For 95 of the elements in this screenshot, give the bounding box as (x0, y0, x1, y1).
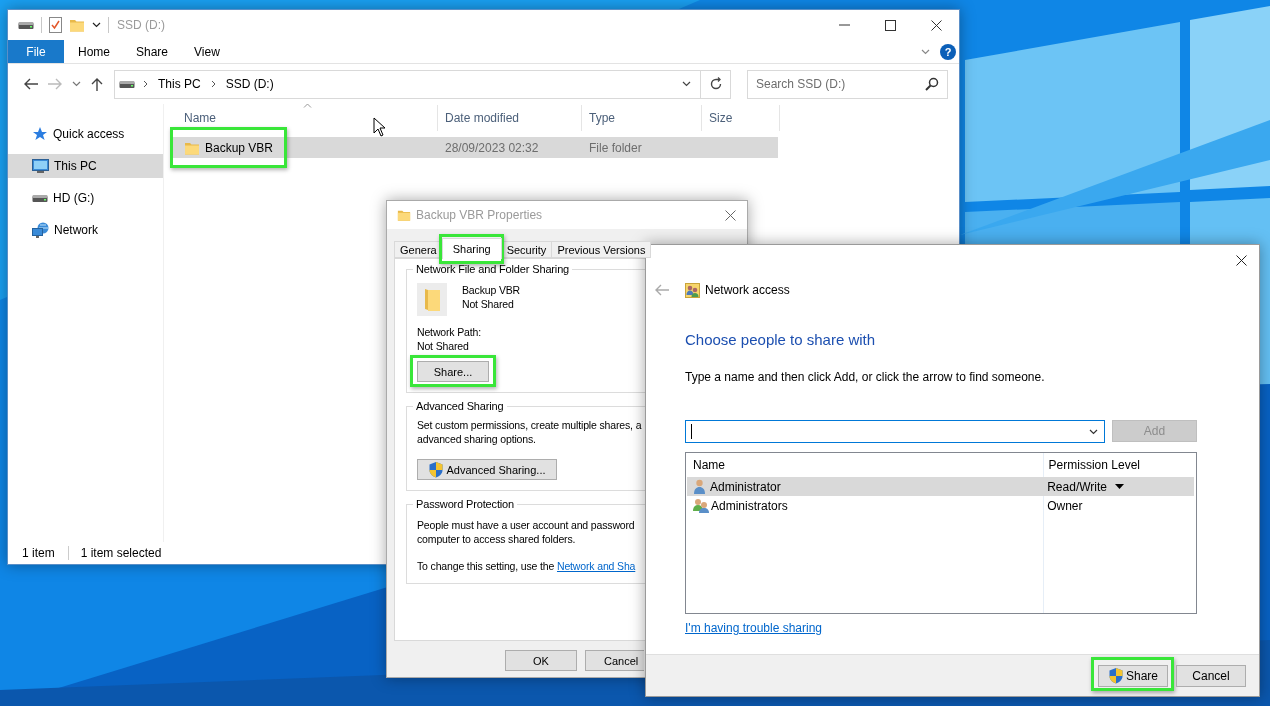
column-header[interactable]: Date modified (438, 105, 582, 131)
network-sharing-link[interactable]: Network and Sha (557, 560, 636, 572)
group-title: Network File and Folder Sharing (415, 263, 571, 275)
expand-ribbon-icon (921, 48, 930, 55)
user-name: Administrators (711, 498, 788, 513)
file-menu[interactable]: File (8, 40, 64, 63)
description-text: Set custom permissions, create multiple shares, a (417, 418, 642, 432)
permission-level: Read/Write (1047, 479, 1107, 494)
window-title: SSD (D:) (117, 18, 165, 32)
user-icon (693, 479, 706, 494)
network-path-value: Not Shared (417, 339, 469, 353)
column-header[interactable]: Name (686, 453, 1042, 477)
users-icon (685, 282, 700, 298)
chevron-right-icon (143, 80, 148, 88)
sidebar-item[interactable]: Quick access (8, 122, 163, 146)
folder-name: Backup VBR (462, 283, 521, 297)
description-text: computer to access shared folders. (417, 532, 576, 546)
drive-icon (119, 79, 135, 89)
star-icon (32, 126, 48, 142)
share-button[interactable]: Share... (417, 361, 489, 382)
tab[interactable]: Previous Versions (551, 241, 652, 258)
group-title: Password Protection (415, 498, 516, 510)
users-icon (693, 498, 710, 513)
ok-button[interactable]: OK (505, 650, 577, 671)
dropdown-arrow-icon (1115, 484, 1124, 489)
file-name: Backup VBR (205, 140, 274, 155)
list-row[interactable]: Administrators Owner (687, 496, 1194, 515)
name-input-field[interactable] (685, 420, 1105, 443)
column-header[interactable]: Size (702, 105, 780, 131)
description-text: advanced sharing options. (417, 432, 536, 446)
caret-icon (681, 81, 691, 87)
chevron-right-icon (210, 80, 216, 88)
close-icon (930, 19, 942, 31)
properties-icon (49, 17, 62, 33)
share-button[interactable]: Share (1098, 664, 1168, 687)
instruction-text: To change this setting, use the (417, 560, 555, 572)
refresh-button[interactable] (701, 69, 731, 99)
back-arrow-icon (654, 283, 670, 297)
monitor-icon (32, 158, 49, 174)
help-button[interactable]: ? (940, 43, 956, 60)
date-modified: 28/09/2023 02:32 (445, 140, 539, 155)
network-path-label: Network Path: (417, 325, 481, 339)
search-icon (925, 77, 939, 91)
minimize-icon (838, 24, 850, 26)
page-heading: Choose people to share with (685, 330, 877, 350)
trouble-sharing-link[interactable]: I'm having trouble sharing (685, 621, 823, 635)
close-icon (1235, 254, 1247, 266)
cancel-button[interactable]: Cancel (1176, 664, 1246, 687)
list-row[interactable]: Administrator Read/Write (687, 477, 1194, 496)
ribbon-tab[interactable]: Share (123, 40, 182, 63)
permission-level: Owner (1047, 498, 1083, 513)
breadcrumb-item[interactable]: This PC (156, 77, 203, 91)
ribbon-tab[interactable]: Home (65, 40, 123, 63)
maximize-icon (884, 19, 896, 31)
status-text: 1 item selected (80, 546, 162, 560)
shield-icon (1108, 667, 1124, 684)
user-name: Administrator (710, 479, 781, 494)
up-arrow-icon (89, 77, 105, 91)
refresh-icon (708, 77, 723, 91)
group-title: Advanced Sharing (415, 400, 505, 412)
tab[interactable]: Sharing (441, 238, 502, 259)
status-text: 1 item (22, 546, 55, 560)
search-field[interactable]: Search SSD (D:) (747, 69, 948, 99)
drive-icon (32, 193, 48, 203)
file-type: File folder (589, 140, 642, 155)
caret-icon (71, 81, 81, 87)
sort-up-icon (303, 103, 312, 108)
sidebar-item[interactable]: Network (8, 218, 163, 242)
drive-icon (18, 20, 34, 30)
cursor-icon (373, 117, 386, 137)
breadcrumb-item[interactable]: SSD (D:) (223, 77, 276, 91)
network-icon (32, 222, 49, 238)
text-cursor (691, 424, 692, 439)
instruction-text: Type a name and then click Add, or click the arrow to find someone. (685, 370, 1046, 384)
dropdown-icon (1089, 428, 1098, 435)
window-title: Network access (705, 283, 790, 297)
window-title: Backup VBR Properties (416, 208, 543, 222)
back-arrow-icon (23, 77, 39, 91)
sidebar-item[interactable]: This PC (8, 154, 163, 178)
folder-shape-icon (423, 286, 441, 313)
address-bar[interactable]: This PC SSD (D:) (114, 69, 701, 99)
close-icon (724, 209, 736, 221)
ribbon-tab[interactable]: View (181, 40, 233, 63)
forward-arrow-icon (47, 77, 63, 91)
column-header[interactable]: Permission Level (1041, 453, 1196, 477)
cancel-button[interactable]: Cancel (585, 650, 644, 671)
dropdown-icon (92, 22, 101, 28)
advanced-sharing-button[interactable]: Advanced Sharing... (417, 459, 557, 480)
shield-icon (428, 461, 445, 478)
description-text: People must have a user account and password (417, 518, 635, 532)
sidebar-item[interactable]: HD (G:) (8, 186, 163, 210)
share-status: Not Shared (462, 297, 514, 311)
column-header[interactable]: Type (582, 105, 702, 131)
folder-icon (397, 208, 411, 222)
folder-icon (69, 17, 85, 33)
